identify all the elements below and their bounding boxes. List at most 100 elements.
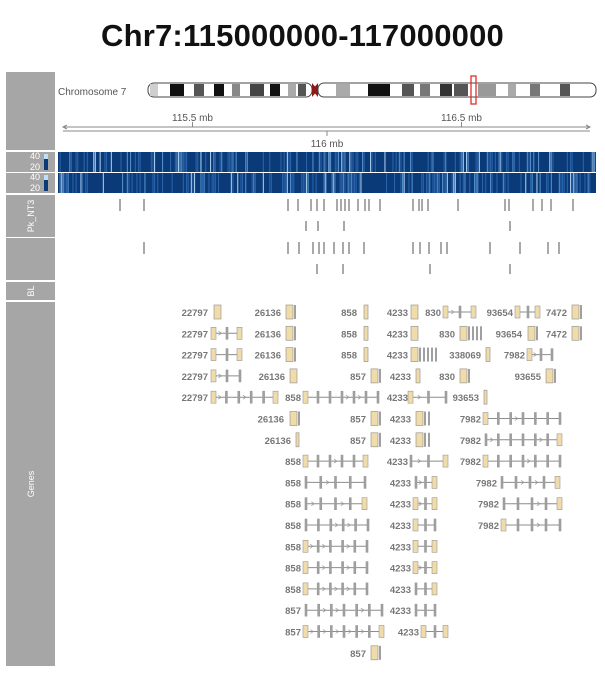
signal-stripe: [477, 152, 479, 172]
peak-mark: [287, 242, 289, 254]
ideogram-band: [368, 84, 390, 96]
gene-exon: [415, 411, 424, 426]
gene-exon: [500, 518, 507, 532]
gene-exon: [289, 411, 298, 426]
gene-label: 4233: [390, 585, 411, 596]
gene-exon: [342, 603, 346, 617]
gene-label: 857: [350, 649, 366, 660]
gene-exon: [376, 390, 380, 404]
signal-stripe: [478, 152, 480, 172]
gene-exon: [442, 305, 449, 319]
signal-stripe: [315, 173, 317, 193]
signal-stripe: [464, 173, 466, 193]
gene-model: [289, 411, 300, 426]
gene-exon: [571, 325, 580, 341]
gene-label: 7982: [460, 457, 481, 468]
gene-exon: [210, 369, 217, 383]
gene-exon: [571, 304, 580, 320]
gene-exon: [379, 645, 381, 660]
gene-exon: [302, 539, 309, 553]
gene-exon: [414, 582, 418, 596]
signal-stripe: [61, 173, 63, 193]
gene-exon: [353, 582, 357, 596]
gene-exon: [329, 518, 333, 532]
signal-stripe: [82, 173, 84, 193]
signal-stripe: [282, 173, 284, 193]
gene-model: [412, 518, 437, 532]
signal-stripe: [363, 152, 365, 172]
signal-stripe: [227, 152, 229, 172]
gene-model: [302, 454, 369, 468]
signal-stripe: [110, 152, 112, 172]
peak-mark: [519, 242, 521, 254]
gene-exon: [319, 476, 323, 489]
peak-mark: [418, 199, 420, 211]
gene-exon: [329, 561, 332, 574]
signal-stripe: [195, 152, 197, 172]
signal-stripe: [571, 173, 573, 193]
signal-stripe: [154, 173, 156, 193]
signal-stripe: [566, 152, 568, 172]
gene-exon: [316, 390, 320, 404]
signal-stripe: [349, 152, 351, 172]
gene-label: 858: [285, 393, 301, 404]
gene-exon: [319, 497, 323, 511]
signal-stripe: [570, 173, 572, 193]
gene-exon: [329, 539, 332, 553]
signal-stripe: [306, 173, 308, 193]
gene-model: [295, 432, 300, 448]
gene-exon: [249, 390, 253, 404]
signal-stripe: [563, 173, 565, 193]
signal-stripe: [104, 152, 106, 172]
gene-label: 858: [341, 351, 357, 362]
gene-exon: [210, 390, 217, 404]
peak-mark: [316, 199, 318, 211]
signal-stripe: [432, 152, 434, 172]
gene-model: [410, 304, 419, 320]
peak-mark: [342, 264, 344, 274]
gene-model: [571, 325, 582, 341]
gene-exon: [534, 433, 537, 447]
gene-exon: [558, 454, 562, 468]
signal-stripe: [134, 152, 136, 172]
peak-mark: [143, 242, 145, 254]
signal-stripe: [186, 173, 188, 193]
gene-model: [302, 625, 385, 638]
signal-stripe: [411, 173, 413, 193]
signal-stripe: [552, 152, 554, 172]
signal-stripe: [576, 173, 578, 193]
signal-stripe: [499, 152, 501, 172]
signal-stripe: [360, 173, 362, 193]
ideogram-band: [420, 84, 430, 96]
gene-exon: [528, 476, 532, 489]
gene-label: 4233: [387, 329, 408, 340]
gene-exon: [355, 625, 358, 638]
signal-stripe: [411, 152, 413, 172]
signal-stripe: [453, 173, 455, 193]
signal-stripe: [293, 173, 295, 193]
gene-exon: [348, 497, 352, 511]
gene-exon: [302, 390, 309, 404]
signal-stripe: [498, 152, 500, 172]
signal-stripe: [336, 152, 338, 172]
peak-mark: [333, 242, 335, 254]
gene-model: [210, 369, 242, 383]
gene-model: [370, 368, 381, 384]
signal-stripe: [432, 173, 434, 193]
gene-model: [410, 325, 419, 341]
gene-exon: [334, 497, 337, 511]
signal-stripe: [67, 173, 69, 193]
gene-exon: [458, 305, 462, 319]
signal-stripe: [504, 173, 506, 193]
gene-exon: [412, 539, 419, 553]
gene-label: 830: [439, 329, 455, 340]
gene-label: 4233: [390, 436, 411, 447]
gene-model: [285, 325, 296, 341]
gene-exon: [363, 325, 369, 341]
gene-exon: [415, 368, 421, 384]
signal-stripe: [435, 173, 437, 193]
gene-label: 4233: [390, 606, 411, 617]
gene-exon: [424, 582, 427, 596]
gene-exon: [407, 390, 414, 404]
gene-exon: [316, 539, 320, 553]
